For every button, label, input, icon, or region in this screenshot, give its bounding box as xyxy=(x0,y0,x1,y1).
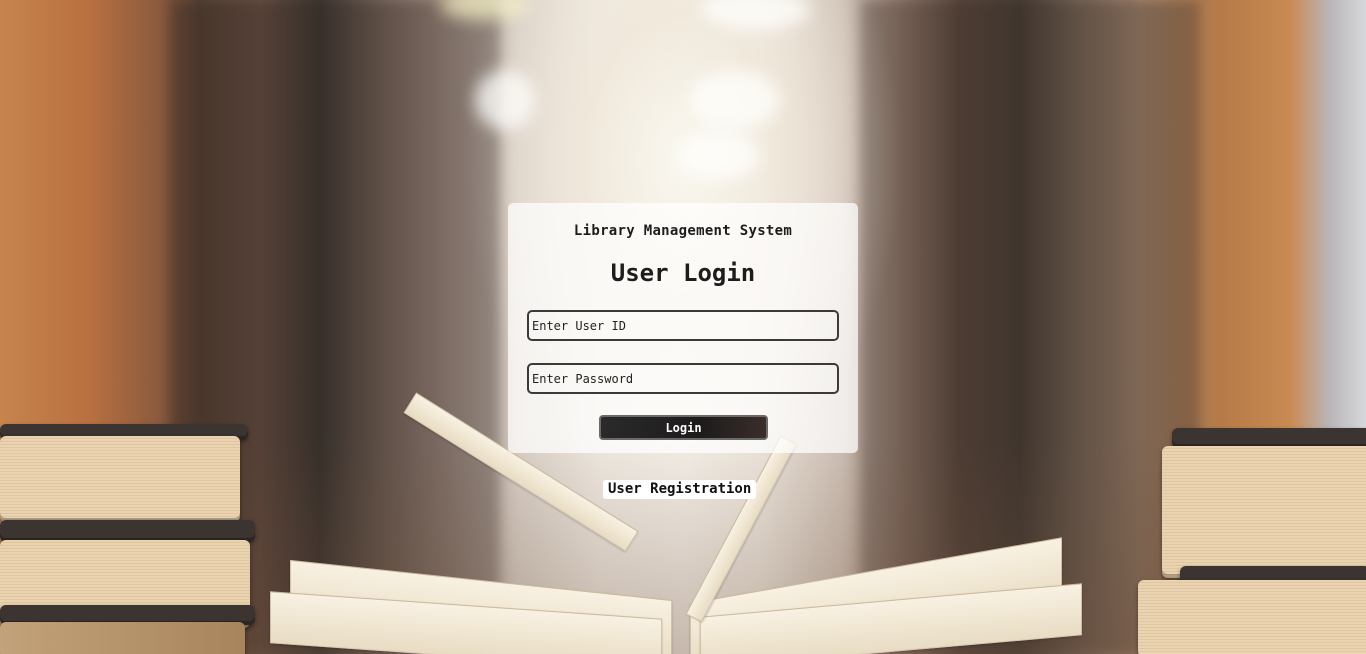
book-stack-right xyxy=(1138,580,1366,654)
book-stack-right xyxy=(1162,446,1366,578)
ceiling-light xyxy=(680,130,760,180)
page-title: User Login xyxy=(610,259,756,287)
ceiling-light xyxy=(475,70,535,130)
app-title: Library Management System xyxy=(573,223,793,239)
book-stack-right xyxy=(1172,428,1366,448)
book-stack-left xyxy=(0,622,245,654)
login-button[interactable]: Login xyxy=(599,415,768,440)
open-book xyxy=(270,392,1090,654)
ceiling-light xyxy=(700,0,810,30)
ceiling-light xyxy=(690,70,780,130)
login-card: Library Management System User Login Log… xyxy=(508,203,858,453)
book-stack-left xyxy=(0,436,240,522)
password-input[interactable] xyxy=(527,363,839,394)
book-stack-left xyxy=(0,520,255,542)
user-id-input[interactable] xyxy=(527,310,839,341)
user-registration-link[interactable]: User Registration xyxy=(603,480,757,499)
